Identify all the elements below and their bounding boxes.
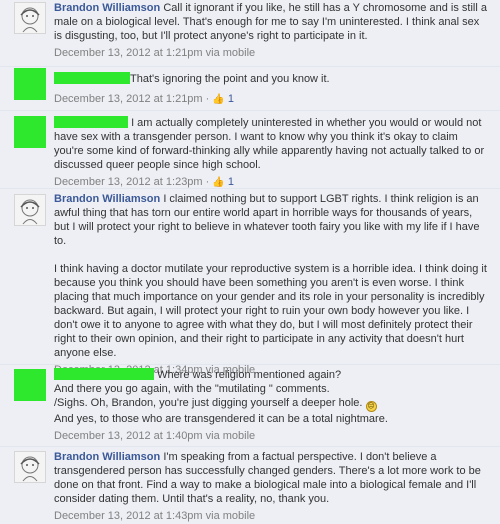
comment: Brandon Williamson I'm speaking from a f…: [0, 446, 500, 524]
avatar[interactable]: [14, 451, 46, 483]
comment: I am actually completely uninterested in…: [0, 110, 500, 189]
comment-text: That's ignoring the point and you know i…: [130, 73, 330, 85]
avatar-sketch-icon: [20, 7, 40, 33]
comment-thread: Brandon Williamson Call it ignorant if y…: [0, 0, 500, 524]
comment: Brandon Williamson Call it ignorant if y…: [0, 0, 500, 67]
avatar-sketch-icon: [20, 456, 40, 482]
comment-timestamp[interactable]: December 13, 2012 at 1:21pm: [54, 93, 203, 105]
comment-timestamp[interactable]: December 13, 2012 at 1:23pm: [54, 176, 203, 188]
comment-timestamp[interactable]: December 13, 2012 at 1:40pm: [54, 430, 203, 442]
comment-meta: December 13, 2012 at 1:21pm via mobile: [54, 46, 490, 60]
author-redaction: [54, 116, 128, 128]
like-count[interactable]: 1: [228, 176, 234, 188]
comment-author[interactable]: Brandon Williamson: [54, 193, 160, 205]
author-redaction: [54, 368, 154, 380]
avatar[interactable]: [14, 194, 46, 226]
comment: Brandon Williamson I claimed nothing but…: [0, 188, 500, 376]
comment: That's ignoring the point and you know i…: [0, 66, 500, 111]
comment-via: via mobile: [205, 430, 256, 442]
avatar[interactable]: [14, 2, 46, 34]
like-count[interactable]: 1: [228, 93, 234, 105]
comment-author[interactable]: Brandon Williamson: [54, 451, 160, 463]
comment-via: via mobile: [205, 510, 256, 522]
comment-line: /Sighs. Oh, Brandon, you're just digging…: [54, 397, 363, 409]
comment-timestamp[interactable]: December 13, 2012 at 1:21pm: [54, 47, 203, 59]
comment-meta: December 13, 2012 at 1:21pm · 👍 1: [54, 93, 235, 105]
comment-line: Where was religion mentioned again?: [157, 369, 342, 381]
frown-smiley-icon: ☹: [365, 401, 377, 412]
comment: Where was religion mentioned again? And …: [0, 364, 500, 447]
comment-paragraph: I think having a doctor mutilate your re…: [54, 263, 487, 359]
comment-meta: December 13, 2012 at 1:43pm via mobile: [54, 509, 490, 523]
comment-line: And yes, to those who are transgendered …: [54, 413, 388, 425]
thumbs-up-icon[interactable]: 👍: [212, 177, 224, 188]
comment-author[interactable]: Brandon Williamson: [54, 2, 160, 14]
comment-meta: December 13, 2012 at 1:40pm via mobile: [54, 429, 490, 443]
comment-timestamp[interactable]: December 13, 2012 at 1:43pm: [54, 510, 203, 522]
comment-via: via mobile: [205, 47, 256, 59]
avatar-sketch-icon: [20, 199, 40, 225]
author-redaction: [54, 72, 130, 84]
comment-line: And there you go again, with the "mutila…: [54, 383, 330, 395]
avatar-redacted[interactable]: [14, 68, 46, 100]
avatar-redacted[interactable]: [14, 369, 46, 401]
avatar-redacted[interactable]: [14, 116, 46, 148]
thumbs-up-icon[interactable]: 👍: [212, 94, 224, 105]
